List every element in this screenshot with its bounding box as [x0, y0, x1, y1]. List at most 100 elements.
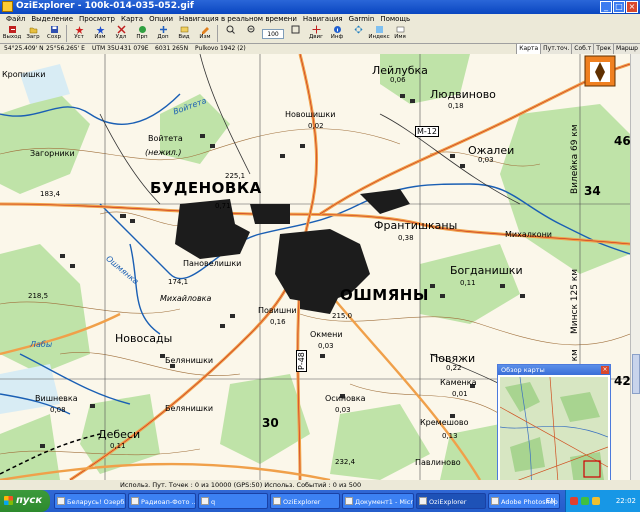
- zoom-out-button[interactable]: [241, 24, 261, 43]
- population-label: 0,38: [398, 234, 414, 242]
- set-button[interactable]: Уст: [69, 24, 89, 43]
- name-icon: [396, 26, 404, 33]
- map-vertical-scrollbar[interactable]: [630, 54, 640, 480]
- population-label: 0,11: [460, 279, 476, 287]
- delete-button[interactable]: Удл: [111, 24, 131, 43]
- index-button[interactable]: Индекс: [368, 24, 390, 43]
- menu-garmin[interactable]: Garmin: [346, 14, 378, 24]
- language-indicator[interactable]: EN: [546, 490, 556, 512]
- datum-readout: Pulkovo 1942 (2): [195, 45, 246, 52]
- info-button[interactable]: Инф: [327, 24, 347, 43]
- menu-file[interactable]: Файл: [3, 14, 28, 24]
- tray-volume-icon[interactable]: [592, 497, 600, 505]
- population-label: 0,08: [50, 406, 66, 414]
- taskbar-item[interactable]: q: [198, 493, 268, 509]
- load-button[interactable]: Загр: [23, 24, 43, 43]
- tab-waypoints[interactable]: Пут.точ.: [540, 44, 572, 54]
- overview-window[interactable]: Обзор карты ×: [497, 364, 611, 480]
- overview-title-bar[interactable]: Обзор карты ×: [498, 365, 610, 375]
- properties-button[interactable]: Прп: [132, 24, 152, 43]
- info-icon: [333, 26, 341, 33]
- town-label: БУДЕНОВКА: [150, 179, 262, 197]
- menu-navigation[interactable]: Навигация: [300, 14, 346, 24]
- village-label: Кремешово: [420, 418, 469, 427]
- taskbar-item[interactable]: Документ1 - Micro...: [342, 493, 414, 509]
- change-button[interactable]: Изм: [195, 24, 215, 43]
- map-canvas[interactable]: БУДЕНОВКА ОШМЯНЫ Лейлубка Людвиново Ново…: [0, 54, 630, 480]
- grid-number: 30: [262, 416, 279, 430]
- menu-options[interactable]: Опции: [146, 14, 176, 24]
- taskbar-item[interactable]: OziExplorer: [270, 493, 340, 509]
- village-label: Кропишки: [2, 70, 46, 79]
- add-icon: [159, 26, 167, 33]
- edit-button[interactable]: Изм: [90, 24, 110, 43]
- village-label: Богданишки: [450, 264, 523, 277]
- edit-icon: [96, 26, 104, 34]
- tray-network-icon[interactable]: [581, 497, 589, 505]
- minimize-button[interactable]: _: [600, 1, 612, 13]
- easting-readout: 431 079E: [120, 45, 149, 52]
- tab-route[interactable]: Маршр: [613, 44, 640, 54]
- village-label: Осиновка: [325, 394, 366, 403]
- tab-track[interactable]: Трек: [593, 44, 614, 54]
- elevation-label: 225,1: [225, 172, 246, 180]
- name-button[interactable]: Имя: [390, 24, 410, 43]
- overview-close-button[interactable]: ×: [601, 366, 609, 374]
- close-button[interactable]: ×: [626, 1, 638, 13]
- longitude-readout: 25°56.265' E: [46, 45, 85, 52]
- toolbar-separator: [66, 25, 67, 42]
- scrollbar-thumb[interactable]: [632, 354, 640, 394]
- village-label: Михалкони: [505, 230, 553, 239]
- road-number: Р-48: [296, 350, 307, 372]
- utm-zone-readout: UTM 35U: [92, 45, 120, 52]
- map-app-icon: [419, 497, 427, 505]
- river-label: Лабы: [30, 340, 53, 349]
- change-icon: [201, 27, 209, 34]
- village-label: Михайловка: [160, 294, 212, 303]
- taskbar-item-active[interactable]: OziExplorer: [416, 493, 486, 509]
- properties-icon: [138, 26, 146, 33]
- clock[interactable]: 22:02: [616, 490, 636, 512]
- village-label: Пановелишки: [183, 259, 242, 268]
- distance-label: Минск 125 км: [570, 268, 580, 334]
- population-label: 0,03: [335, 406, 351, 414]
- maximize-button[interactable]: □: [613, 1, 625, 13]
- menu-help[interactable]: Помощь: [377, 14, 413, 24]
- photoshop-icon: [491, 497, 499, 505]
- fit-button[interactable]: [285, 24, 305, 43]
- menu-selection[interactable]: Выделение: [28, 14, 76, 24]
- start-button[interactable]: пуск: [0, 490, 50, 512]
- save-button[interactable]: Сохр: [44, 24, 64, 43]
- app-icon: [2, 1, 13, 12]
- view-button[interactable]: Вид: [174, 24, 194, 43]
- menu-realtime-navigation[interactable]: Навигация в реальном времени: [176, 14, 300, 24]
- browser-icon: [131, 497, 139, 505]
- index-icon: [375, 26, 383, 33]
- taskbar-item[interactable]: Радиоап-Фото ...: [128, 493, 196, 509]
- population-label: 0,02: [308, 122, 324, 130]
- move-button[interactable]: Двиг: [306, 24, 326, 43]
- tab-events[interactable]: Соб.т: [571, 44, 594, 54]
- taskbar-item[interactable]: Беларусь! Озерба...: [54, 493, 126, 509]
- population-label: 0,11: [110, 442, 126, 450]
- village-label: Новошишки: [285, 110, 336, 119]
- tray-app-icon[interactable]: [570, 497, 578, 505]
- zoom-in-button[interactable]: [220, 24, 240, 43]
- village-label: Окмени: [310, 330, 343, 339]
- tab-map[interactable]: Карта: [516, 44, 541, 54]
- toolbar: Выход Загр Сохр Уст Изм Удл Прп Доп Вид …: [0, 24, 640, 44]
- menu-map[interactable]: Карта: [118, 14, 146, 24]
- village-label: Людвиново: [430, 88, 496, 101]
- taskbar: пуск Беларусь! Озерба... Радиоап-Фото ..…: [0, 490, 640, 512]
- village-label: Павлиново: [415, 458, 461, 467]
- exit-button[interactable]: Выход: [2, 24, 22, 43]
- zoom-level-select[interactable]: 100: [262, 28, 284, 39]
- menu-bar: Файл Выделение Просмотр Карта Опции Нави…: [0, 14, 640, 24]
- add-button[interactable]: Доп: [153, 24, 173, 43]
- village-label: Вишневка: [35, 394, 78, 403]
- folder-icon: [201, 497, 209, 505]
- menu-view[interactable]: Просмотр: [76, 14, 118, 24]
- overview-map[interactable]: [500, 377, 608, 480]
- population-label: 0,71: [215, 202, 231, 210]
- pan-button[interactable]: [348, 24, 368, 43]
